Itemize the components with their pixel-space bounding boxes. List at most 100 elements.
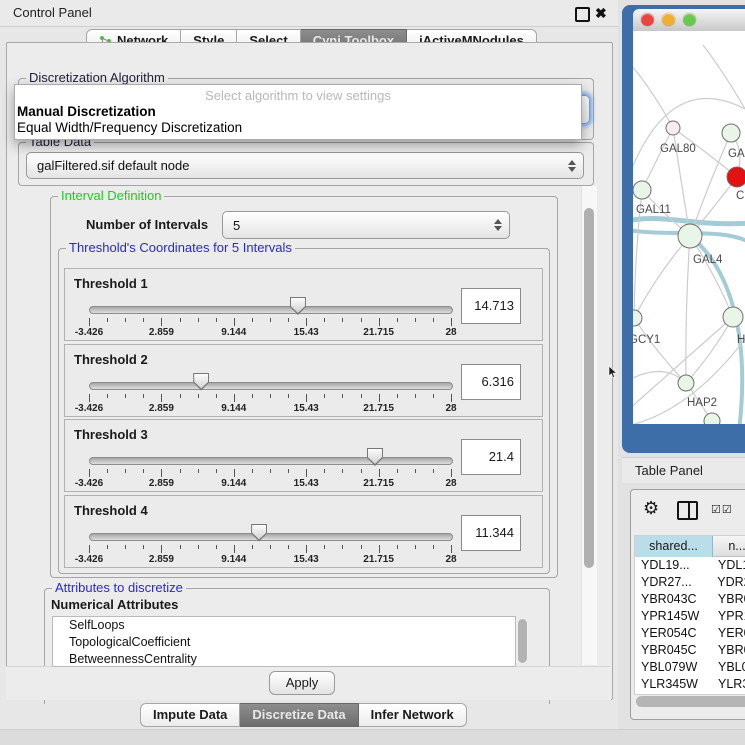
table-row[interactable]: YER054CYER0... <box>635 625 745 642</box>
slider-ticks <box>89 394 451 402</box>
cell-shared-name[interactable]: YDL19... <box>635 557 712 574</box>
numerical-attributes-list[interactable]: SelfLoopsTopologicalCoefficientBetweenne… <box>52 616 516 667</box>
column-header-shared-name[interactable]: shared... <box>635 536 713 557</box>
cell-name[interactable]: YDR2... <box>711 574 745 591</box>
cell-shared-name[interactable]: YPR145W <box>635 608 712 625</box>
table-horizontal-scrollbar[interactable] <box>634 695 745 708</box>
tick-label: -3.426 <box>75 327 103 338</box>
close-icon[interactable]: ✖ <box>595 4 607 22</box>
network-edge[interactable] <box>642 128 673 190</box>
tick-label: 28 <box>445 554 456 565</box>
columns-icon[interactable] <box>677 501 698 520</box>
gear-icon[interactable]: ⚙ <box>643 498 659 519</box>
close-traffic-light-icon[interactable] <box>641 13 654 26</box>
tick-label: 2.859 <box>149 403 174 414</box>
cell-shared-name[interactable]: YBL079W <box>635 659 712 676</box>
network-edge[interactable] <box>634 318 686 383</box>
tab-infer-network[interactable]: Infer Network <box>359 703 467 727</box>
attribute-item-topologicalcoefficient[interactable]: TopologicalCoefficient <box>53 634 515 651</box>
network-window-titlebar[interactable] <box>633 9 745 32</box>
tab-label: Infer Network <box>371 704 454 726</box>
network-node-hap2[interactable] <box>678 375 694 391</box>
network-edge[interactable] <box>686 317 733 383</box>
number-of-intervals-combobox[interactable]: 5 <box>222 211 510 239</box>
cell-name[interactable]: YBR0... <box>712 642 745 659</box>
network-node-gal4[interactable] <box>678 224 702 248</box>
network-edge[interactable] <box>633 317 733 411</box>
slider-tick-labels: -3.4262.8599.14415.4321.71528 <box>89 403 451 414</box>
table-row[interactable]: YBR045CYBR0... <box>635 642 745 659</box>
threshold-value-field[interactable]: 6.316 <box>461 364 521 400</box>
cell-shared-name[interactable]: YDR27... <box>635 574 711 591</box>
threshold-slider[interactable] <box>89 533 453 541</box>
tick-label: 15.43 <box>294 403 319 414</box>
attribute-item-betweennesscentrality[interactable]: BetweennessCentrality <box>53 651 515 667</box>
threshold-slider[interactable] <box>89 382 453 390</box>
cell-name[interactable]: YBR0... <box>712 591 745 608</box>
cell-name[interactable]: YER0... <box>712 625 745 642</box>
network-graph: GAL80GACGAL11GAL4GCY1HHAP2 <box>633 31 745 424</box>
column-header-name[interactable]: n... <box>713 536 745 557</box>
table-data-combobox[interactable]: galFiltered.sif default node <box>26 152 584 179</box>
table-hscroll-thumb[interactable] <box>636 696 745 707</box>
network-node-ga[interactable] <box>722 124 740 142</box>
cell-name[interactable]: YPR1... <box>712 608 745 625</box>
table-row[interactable]: YDR27...YDR2... <box>635 574 745 591</box>
network-node-gcy1[interactable] <box>633 310 642 326</box>
zoom-traffic-light-icon[interactable] <box>683 13 696 26</box>
dropdown-item-equal-width-frequency[interactable]: Equal Width/Frequency Discretization <box>17 120 242 135</box>
network-edge[interactable] <box>633 65 673 128</box>
select-columns-icon[interactable]: ☑☑ <box>711 503 733 516</box>
network-edge[interactable] <box>686 236 690 383</box>
table-row[interactable]: YDL19...YDL1... <box>635 557 745 574</box>
threshold-slider[interactable] <box>89 457 453 465</box>
attributes-list-scrollbar[interactable] <box>517 618 528 664</box>
node-label: GAL4 <box>693 254 723 266</box>
network-edge[interactable] <box>690 236 733 317</box>
network-node-gal11[interactable] <box>633 181 651 199</box>
minimize-traffic-light-icon[interactable] <box>662 13 675 26</box>
content-scrollbar[interactable] <box>581 186 597 665</box>
bottom-tab-bar: Impute DataDiscretize Data Infer Network <box>140 703 467 727</box>
highlighted-edge[interactable] <box>633 218 745 223</box>
attribute-item-selfloops[interactable]: SelfLoops <box>53 617 515 634</box>
screen: Control Panel ✖ NetworkStyleSelectCyni T… <box>0 0 745 745</box>
table-row[interactable]: YLR345WYLR3... <box>635 676 745 693</box>
threshold-value-field[interactable]: 14.713 <box>461 288 521 324</box>
table-panel-title: Table Panel <box>635 458 703 483</box>
threshold-value-field[interactable]: 21.4 <box>461 439 521 475</box>
algorithm-dropdown-popup: Select algorithm to view settings Manual… <box>14 84 582 140</box>
tick-label: 15.43 <box>294 327 319 338</box>
table-row[interactable]: YPR145WYPR1... <box>635 608 745 625</box>
tick-label: 2.859 <box>149 478 174 489</box>
network-node-gal80[interactable] <box>666 121 680 135</box>
cell-name[interactable]: YLR3... <box>712 676 745 693</box>
attributes-group-title: Attributes to discretize <box>52 581 186 595</box>
threshold-slider[interactable] <box>89 306 453 314</box>
cell-shared-name[interactable]: YER054C <box>635 625 712 642</box>
network-edge[interactable] <box>634 236 690 318</box>
threshold-value-field[interactable]: 11.344 <box>461 515 521 551</box>
apply-button[interactable]: Apply <box>269 671 335 695</box>
tick-label: -3.426 <box>75 554 103 565</box>
cell-name[interactable]: YBL0... <box>712 659 745 676</box>
network-canvas[interactable]: GAL80GACGAL11GAL4GCY1HHAP2 <box>633 31 745 424</box>
tick-label: 9.144 <box>221 403 246 414</box>
cell-name[interactable]: YDL1... <box>712 557 745 574</box>
network-node-h[interactable] <box>723 307 743 327</box>
network-node-c[interactable] <box>727 167 745 187</box>
dropdown-placeholder: Select algorithm to view settings <box>15 88 581 103</box>
network-node[interactable] <box>704 413 720 424</box>
float-window-icon[interactable] <box>575 7 590 22</box>
cell-shared-name[interactable]: YLR345W <box>635 676 712 693</box>
node-table: shared... n... YDL19...YDL1...YDR27...YD… <box>634 535 745 695</box>
content-scrollbar-thumb[interactable] <box>584 208 594 568</box>
cell-shared-name[interactable]: YBR043C <box>635 591 712 608</box>
tab-impute-data[interactable]: Impute Data <box>140 703 240 727</box>
table-row[interactable]: YBR043CYBR0... <box>635 591 745 608</box>
dropdown-item-manual-discretization[interactable]: Manual Discretization <box>17 104 156 119</box>
table-row[interactable]: YBL079WYBL0... <box>635 659 745 676</box>
network-edge[interactable] <box>703 45 745 109</box>
tab-discretize-data[interactable]: Discretize Data <box>240 703 358 727</box>
cell-shared-name[interactable]: YBR045C <box>635 642 712 659</box>
